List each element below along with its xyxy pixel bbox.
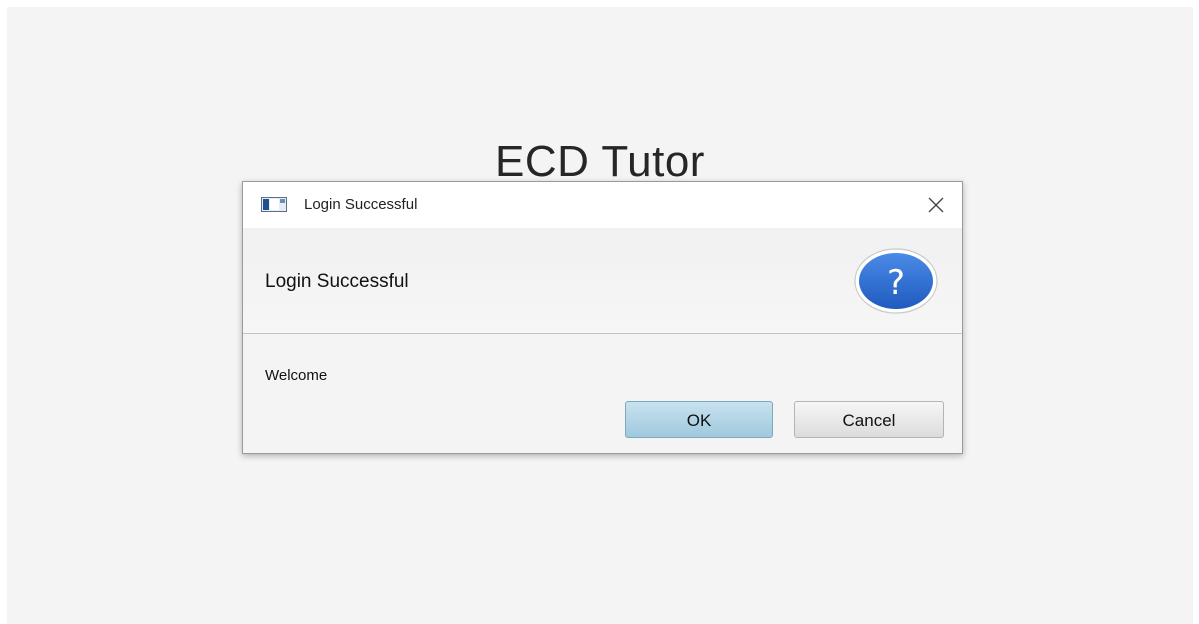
svg-text:?: ? bbox=[887, 263, 905, 303]
close-icon[interactable] bbox=[924, 193, 948, 217]
app-title: ECD Tutor bbox=[495, 137, 705, 186]
ok-button[interactable]: OK bbox=[625, 401, 773, 438]
cancel-button[interactable]: Cancel bbox=[794, 401, 944, 438]
login-successful-dialog: Login Successful Login Successful ? Welc… bbox=[242, 181, 963, 454]
dialog-window-title: Login Successful bbox=[304, 196, 418, 213]
window-icon bbox=[261, 197, 287, 212]
dialog-content-text: Welcome bbox=[265, 367, 328, 384]
dialog-header-text: Login Successful bbox=[265, 271, 409, 292]
question-icon: ? bbox=[854, 248, 938, 314]
dialog-header: Login Successful ? bbox=[243, 228, 962, 334]
dialog-titlebar[interactable]: Login Successful bbox=[243, 182, 962, 228]
